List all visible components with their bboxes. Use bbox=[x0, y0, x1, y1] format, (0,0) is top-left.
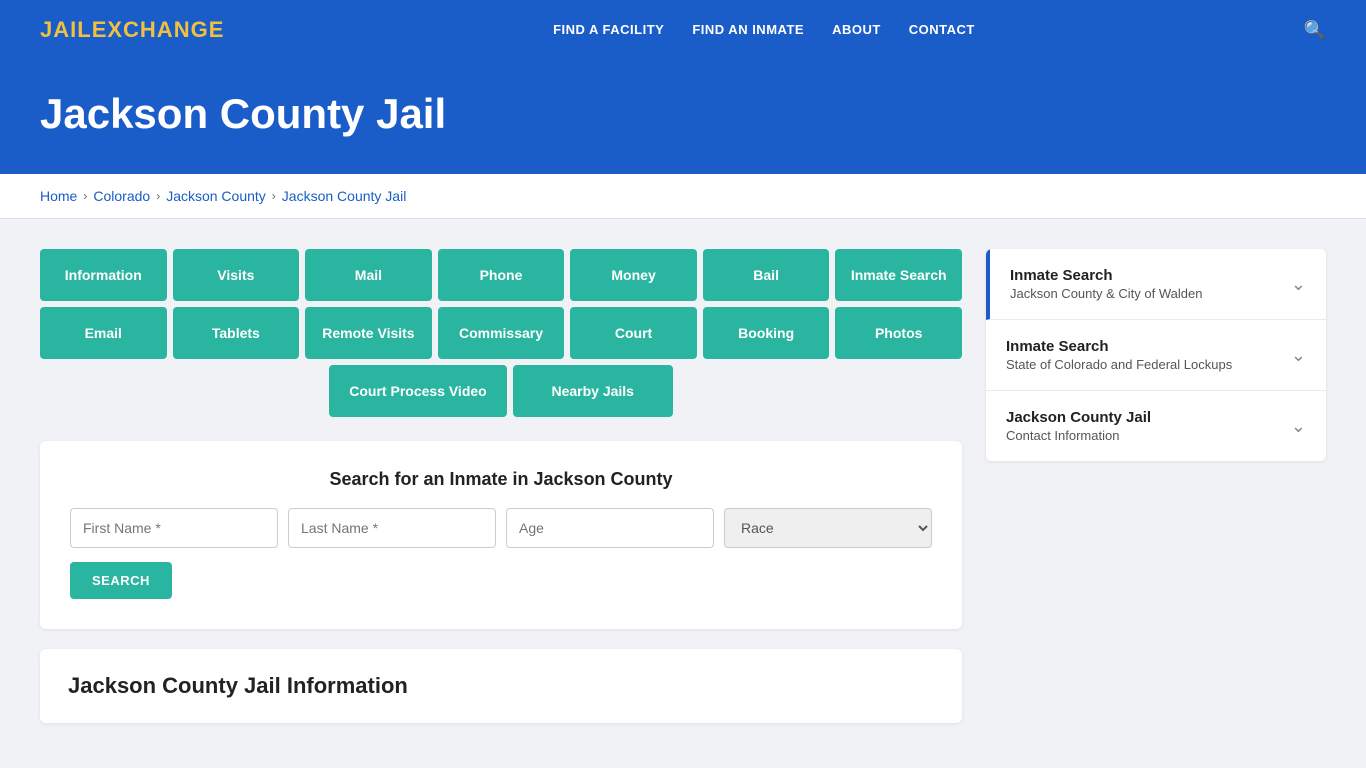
page-title: Jackson County Jail bbox=[40, 90, 1326, 138]
sidebar-item-title-contact-information: Jackson County Jail bbox=[1006, 409, 1151, 426]
sidebar-item-text-contact-information: Jackson County Jail Contact Information bbox=[1006, 409, 1151, 443]
nav-btn-court[interactable]: Court bbox=[570, 307, 697, 359]
sidebar-item-subtitle-inmate-search-jackson: Jackson County & City of Walden bbox=[1010, 286, 1202, 301]
nav-grid-row3: Court Process VideoNearby Jails bbox=[40, 365, 962, 417]
main-content: InformationVisitsMailPhoneMoneyBailInmat… bbox=[0, 219, 1366, 753]
nav-btn-nearby-jails[interactable]: Nearby Jails bbox=[513, 365, 673, 417]
search-fields: RaceWhiteBlackHispanicAsianOther bbox=[70, 508, 932, 548]
nav-btn-money[interactable]: Money bbox=[570, 249, 697, 301]
nav-btn-court-process-video[interactable]: Court Process Video bbox=[329, 365, 506, 417]
nav-btn-commissary[interactable]: Commissary bbox=[438, 307, 565, 359]
sidebar-item-contact-information[interactable]: Jackson County Jail Contact Information ⌄ bbox=[986, 391, 1326, 461]
right-sidebar: Inmate Search Jackson County & City of Wa… bbox=[986, 249, 1326, 465]
nav-btn-mail[interactable]: Mail bbox=[305, 249, 432, 301]
breadcrumb-sep: › bbox=[272, 189, 276, 203]
nav-btn-phone[interactable]: Phone bbox=[438, 249, 565, 301]
breadcrumb-bar: Home › Colorado › Jackson County › Jackson Cou… bbox=[0, 174, 1366, 219]
last-name-input[interactable] bbox=[288, 508, 496, 548]
sidebar-item-inmate-search-jackson[interactable]: Inmate Search Jackson County & City of Wa… bbox=[986, 249, 1326, 320]
nav-menu: FIND A FACILITY FIND AN INMATE ABOUT CONTAC… bbox=[553, 21, 975, 39]
nav-link-contact[interactable]: CONTACT bbox=[909, 22, 975, 37]
chevron-down-icon: ⌄ bbox=[1291, 416, 1306, 437]
breadcrumb-link-jackson-county[interactable]: Jackson County bbox=[166, 188, 266, 204]
nav-grid-row2: EmailTabletsRemote VisitsCommissaryCourt… bbox=[40, 307, 962, 359]
logo-jail: JAIL bbox=[40, 17, 92, 42]
nav-btn-email[interactable]: Email bbox=[40, 307, 167, 359]
chevron-down-icon: ⌄ bbox=[1291, 345, 1306, 366]
sidebar-item-subtitle-inmate-search-colorado: State of Colorado and Federal Lockups bbox=[1006, 357, 1232, 372]
info-title: Jackson County Jail Information bbox=[68, 673, 934, 699]
breadcrumb-current: Jackson County Jail bbox=[282, 188, 407, 204]
sidebar-card: Inmate Search Jackson County & City of Wa… bbox=[986, 249, 1326, 461]
hero-section: Jackson County Jail bbox=[0, 60, 1366, 174]
nav-btn-visits[interactable]: Visits bbox=[173, 249, 300, 301]
search-box: Search for an Inmate in Jackson County R… bbox=[40, 441, 962, 629]
search-button[interactable]: SEARCH bbox=[70, 562, 172, 599]
nav-btn-tablets[interactable]: Tablets bbox=[173, 307, 300, 359]
nav-link-find-inmate[interactable]: FIND AN INMATE bbox=[692, 22, 804, 37]
nav-btn-inmate-search[interactable]: Inmate Search bbox=[835, 249, 962, 301]
nav-btn-booking[interactable]: Booking bbox=[703, 307, 830, 359]
age-input[interactable] bbox=[506, 508, 714, 548]
first-name-input[interactable] bbox=[70, 508, 278, 548]
nav-btn-information[interactable]: Information bbox=[40, 249, 167, 301]
sidebar-item-text-inmate-search-colorado: Inmate Search State of Colorado and Feder… bbox=[1006, 338, 1232, 372]
sidebar-item-title-inmate-search-colorado: Inmate Search bbox=[1006, 338, 1232, 355]
nav-btn-photos[interactable]: Photos bbox=[835, 307, 962, 359]
search-title: Search for an Inmate in Jackson County bbox=[70, 469, 932, 490]
breadcrumb-link-home[interactable]: Home bbox=[40, 188, 77, 204]
sidebar-item-text-inmate-search-jackson: Inmate Search Jackson County & City of Wa… bbox=[1010, 267, 1202, 301]
search-icon[interactable]: 🔍 bbox=[1304, 20, 1326, 41]
breadcrumb-link-colorado[interactable]: Colorado bbox=[93, 188, 150, 204]
navbar: JAILEXCHANGE FIND A FACILITY FIND AN INMA… bbox=[0, 0, 1366, 60]
breadcrumb-sep: › bbox=[156, 189, 160, 203]
nav-grid-row1: InformationVisitsMailPhoneMoneyBailInmat… bbox=[40, 249, 962, 301]
sidebar-item-subtitle-contact-information: Contact Information bbox=[1006, 428, 1151, 443]
sidebar-item-title-inmate-search-jackson: Inmate Search bbox=[1010, 267, 1202, 284]
logo-exchange: EXCHANGE bbox=[92, 17, 225, 42]
info-section: Jackson County Jail Information bbox=[40, 649, 962, 723]
nav-btn-remote-visits[interactable]: Remote Visits bbox=[305, 307, 432, 359]
left-column: InformationVisitsMailPhoneMoneyBailInmat… bbox=[40, 249, 962, 723]
breadcrumb: Home › Colorado › Jackson County › Jackson Cou… bbox=[40, 188, 1326, 204]
nav-btn-bail[interactable]: Bail bbox=[703, 249, 830, 301]
site-logo[interactable]: JAILEXCHANGE bbox=[40, 17, 224, 43]
nav-link-about[interactable]: ABOUT bbox=[832, 22, 881, 37]
race-select[interactable]: RaceWhiteBlackHispanicAsianOther bbox=[724, 508, 932, 548]
chevron-down-icon: ⌄ bbox=[1291, 274, 1306, 295]
nav-link-find-facility[interactable]: FIND A FACILITY bbox=[553, 22, 664, 37]
breadcrumb-sep: › bbox=[83, 189, 87, 203]
sidebar-item-inmate-search-colorado[interactable]: Inmate Search State of Colorado and Feder… bbox=[986, 320, 1326, 391]
